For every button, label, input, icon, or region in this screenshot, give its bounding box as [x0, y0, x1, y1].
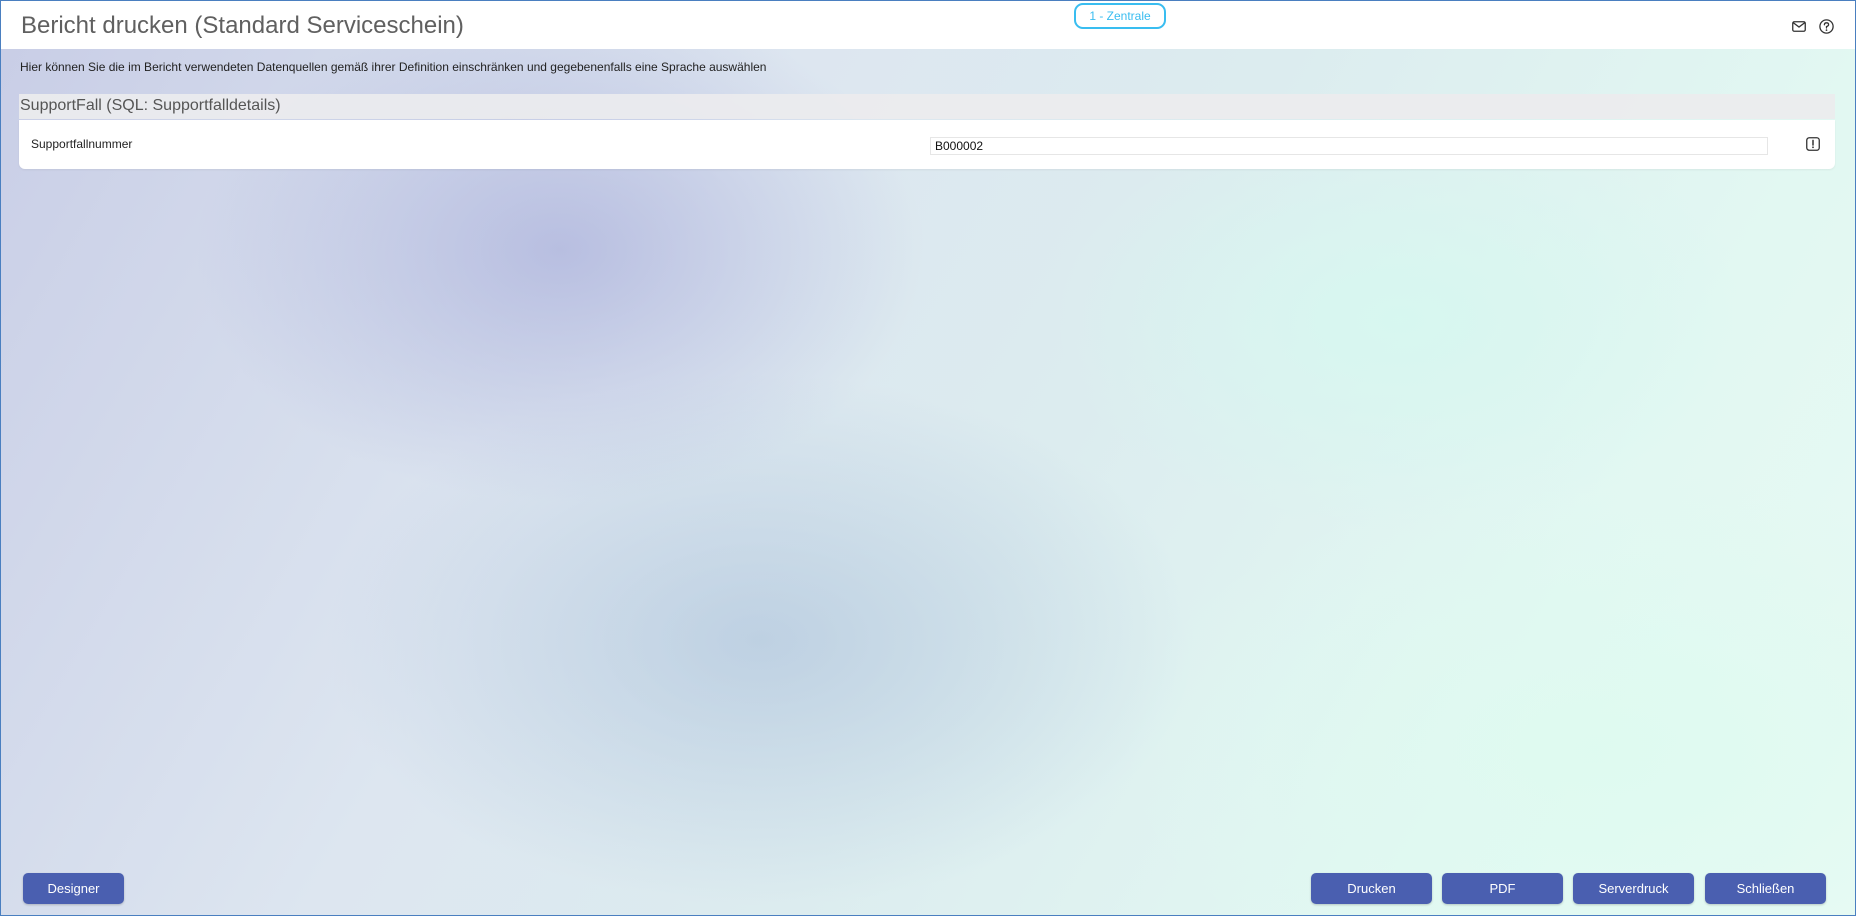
supportfallnummer-input[interactable]	[930, 137, 1768, 155]
field-panel: Supportfallnummer	[19, 120, 1835, 169]
section-title: SupportFall (SQL: Supportfalldetails)	[20, 97, 281, 114]
pdf-button[interactable]: PDF	[1442, 873, 1563, 904]
supportfallnummer-label: Supportfallnummer	[31, 137, 133, 151]
designer-button[interactable]: Designer	[23, 873, 124, 904]
title-bar: Bericht drucken (Standard Serviceschein)…	[1, 1, 1855, 49]
serverdruck-button[interactable]: Serverdruck	[1573, 873, 1694, 904]
branch-badge[interactable]: 1 - Zentrale	[1074, 3, 1166, 29]
intro-text: Hier können Sie die im Bericht verwendet…	[20, 60, 767, 74]
schliessen-button[interactable]: Schließen	[1705, 873, 1826, 904]
drucken-button[interactable]: Drucken	[1311, 873, 1432, 904]
page-title: Bericht drucken (Standard Serviceschein)	[21, 12, 464, 39]
help-icon[interactable]	[1818, 18, 1834, 34]
alert-icon[interactable]	[1805, 136, 1821, 152]
mail-icon[interactable]	[1791, 18, 1807, 34]
section-header: SupportFall (SQL: Supportfalldetails)	[19, 94, 1835, 119]
